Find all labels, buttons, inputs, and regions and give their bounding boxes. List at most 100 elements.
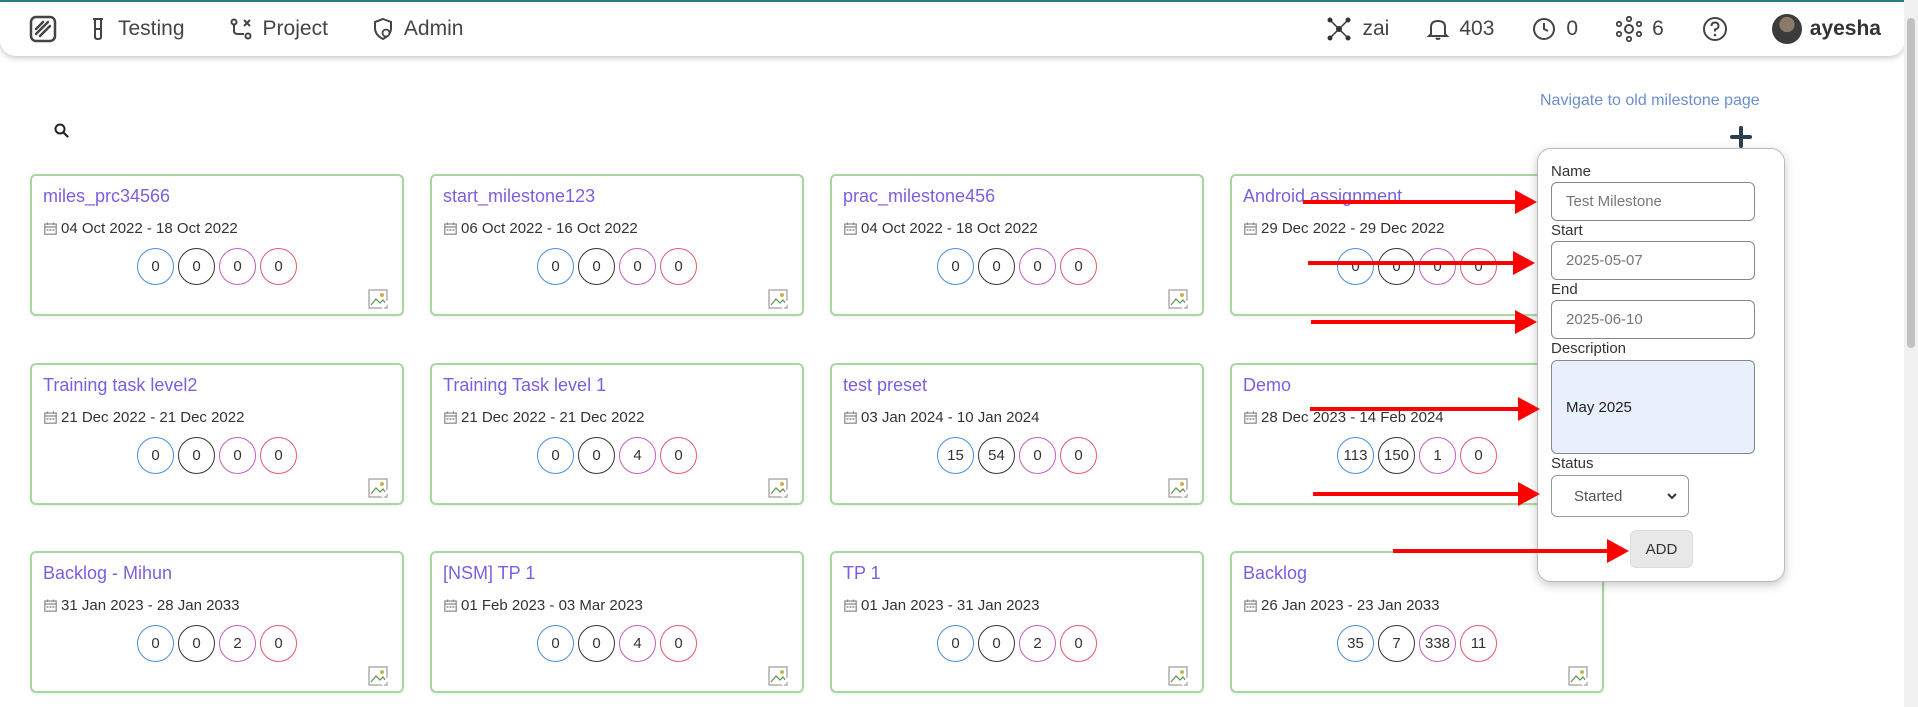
count-circle: 11 [1460,625,1497,662]
start-date-input[interactable]: 2025-05-07 [1551,241,1755,280]
count-circle: 0 [978,248,1015,285]
count-circle: 0 [578,248,615,285]
broken-image-icon [768,289,791,311]
count-circle: 2 [219,625,256,662]
calendar-icon [844,599,857,612]
milestone-dates: 21 Dec 2022 - 21 Dec 2022 [44,409,244,426]
annotation-arrow-end [1311,310,1537,334]
username: ayesha [1809,17,1881,40]
chevron-down-icon [1667,493,1677,500]
milestone-title[interactable]: Demo [1243,375,1291,396]
calendar-icon [1244,411,1257,424]
count-circle: 338 [1419,625,1456,662]
search-icon[interactable] [54,123,69,143]
calendar-icon [444,599,457,612]
count-circle: 7 [1378,625,1415,662]
name-input[interactable] [1551,182,1755,221]
count-circle: 0 [1337,248,1374,285]
milestone-dates: 31 Jan 2023 - 28 Jan 2033 [44,597,239,614]
milestone-title[interactable]: [NSM] TP 1 [443,563,535,584]
count-circle: 150 [1378,437,1415,474]
milestone-card[interactable]: Backlog - Mihun 31 Jan 2023 - 28 Jan 2033… [30,551,404,693]
integrations-count: 6 [1652,17,1664,40]
milestone-card[interactable]: Training Task level 1 21 Dec 2022 - 21 De… [430,363,804,505]
milestone-date-range: 31 Jan 2023 - 28 Jan 2033 [61,597,240,614]
scrollbar-thumb[interactable] [1907,18,1915,348]
timer-button[interactable]: 0 [1532,17,1578,41]
milestone-date-range: 04 Oct 2022 - 18 Oct 2022 [861,220,1038,237]
milestone-title[interactable]: prac_milestone456 [843,186,995,207]
integrations-button[interactable]: 6 [1616,16,1664,42]
broken-image-icon [368,478,391,500]
milestone-title[interactable]: Training Task level 1 [443,375,606,396]
milestone-date-range: 04 Oct 2022 - 18 Oct 2022 [61,220,238,237]
workspace-switcher[interactable]: zai [1326,16,1389,42]
broken-image-icon [368,289,391,311]
count-circle: 0 [978,625,1015,662]
count-circle: 0 [1419,248,1456,285]
milestone-card[interactable]: Training task level2 21 Dec 2022 - 21 Dec… [30,363,404,505]
count-circle: 0 [1019,248,1056,285]
milestone-dates: 29 Dec 2022 - 29 Dec 2022 [1244,220,1444,237]
count-circle: 0 [660,248,697,285]
count-circle: 54 [978,437,1015,474]
count-circle: 0 [219,437,256,474]
count-circle: 0 [537,625,574,662]
milestone-title[interactable]: miles_prc34566 [43,186,170,207]
milestone-date-range: 28 Dec 2023 - 14 Feb 2024 [1261,409,1444,426]
milestone-date-range: 21 Dec 2022 - 21 Dec 2022 [61,409,245,426]
count-circle: 0 [1060,248,1097,285]
milestone-title[interactable]: start_milestone123 [443,186,595,207]
project-flow-icon [230,18,252,40]
count-circle: 1 [1419,437,1456,474]
page-scrollbar[interactable] [1904,0,1918,707]
end-date-input[interactable]: 2025-06-10 [1551,300,1755,339]
add-button[interactable]: ADD [1630,530,1693,568]
nav-testing[interactable]: Testing [88,17,185,41]
annotation-arrow-add [1393,539,1629,563]
milestone-title[interactable]: Backlog [1243,563,1307,584]
calendar-icon [444,222,457,235]
status-select[interactable]: Started [1551,475,1689,517]
network-icon [1327,17,1351,41]
milestone-title[interactable]: Backlog - Mihun [43,563,172,584]
calendar-icon [844,411,857,424]
nav-project[interactable]: Project [229,17,328,41]
broken-image-icon [1168,478,1191,500]
nav-project-label: Project [262,17,328,40]
count-circle: 0 [1060,437,1097,474]
milestone-title[interactable]: Training task level2 [43,375,197,396]
description-textarea[interactable]: May 2025 [1551,360,1755,454]
count-circle: 15 [937,437,974,474]
count-circle: 0 [1460,437,1497,474]
help-button[interactable] [1702,16,1738,42]
count-circle: 0 [578,437,615,474]
milestone-date-range: 03 Jan 2024 - 10 Jan 2024 [861,409,1040,426]
app-logo-icon[interactable] [28,14,58,44]
nav-admin[interactable]: Admin [372,17,463,41]
clock-icon [1533,18,1556,40]
workspace-name: zai [1362,17,1390,40]
count-circle: 0 [219,248,256,285]
milestone-card[interactable]: prac_milestone456 04 Oct 2022 - 18 Oct 20… [830,174,1204,316]
milestone-card[interactable]: test preset 03 Jan 2024 - 10 Jan 2024 15 54… [830,363,1204,505]
milestone-card[interactable]: TP 1 01 Jan 2023 - 31 Jan 2023 0 0 2 0 [830,551,1204,693]
count-circles: 15 54 0 0 [832,437,1202,474]
user-menu[interactable]: ayesha [1771,14,1881,44]
milestone-card[interactable]: start_milestone123 06 Oct 2022 - 16 Oct 2… [430,174,804,316]
count-circle: 0 [137,248,174,285]
old-milestone-link[interactable]: Navigate to old milestone page [1540,92,1760,110]
calendar-icon [44,222,57,235]
count-circles: 0000 [432,248,802,285]
milestone-title[interactable]: test preset [843,375,927,396]
calendar-icon [1244,222,1257,235]
count-circle: 0 [1019,437,1056,474]
count-circle: 0 [619,248,656,285]
milestone-card[interactable]: [NSM] TP 1 01 Feb 2023 - 03 Mar 2023 0 0 4 0 [430,551,804,693]
milestone-card[interactable]: miles_prc34566 04 Oct 2022 - 18 Oct 2022 0… [30,174,404,316]
milestone-date-range: 26 Jan 2023 - 23 Jan 2033 [1261,597,1440,614]
help-icon [1702,17,1727,41]
milestone-title[interactable]: TP 1 [843,563,881,584]
notifications-button[interactable]: 403 [1427,17,1494,41]
count-circle: 0 [578,625,615,662]
